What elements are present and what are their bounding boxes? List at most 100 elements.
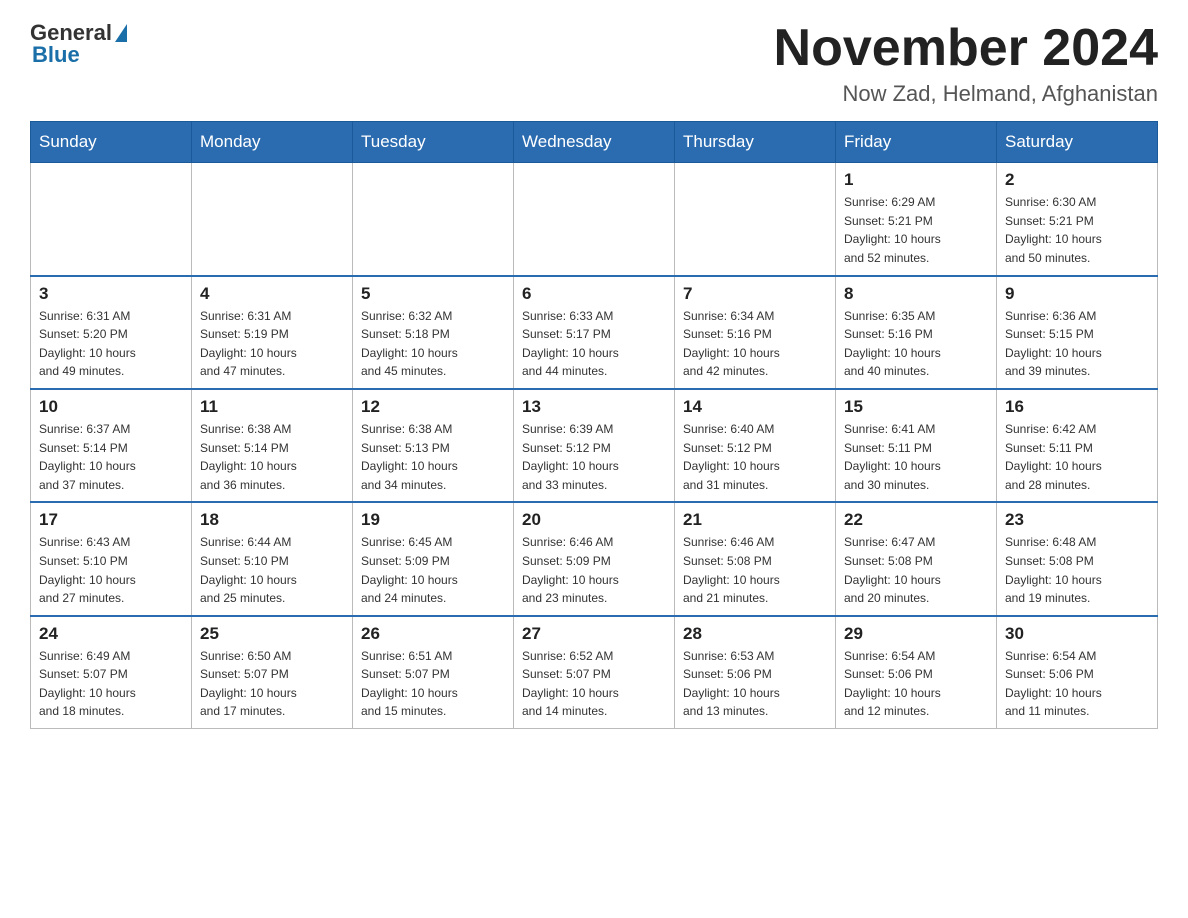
calendar-cell <box>31 163 192 276</box>
day-info: Sunrise: 6:52 AMSunset: 5:07 PMDaylight:… <box>522 647 666 721</box>
day-info: Sunrise: 6:30 AMSunset: 5:21 PMDaylight:… <box>1005 193 1149 267</box>
day-number: 15 <box>844 397 988 417</box>
day-number: 8 <box>844 284 988 304</box>
calendar-cell: 2 Sunrise: 6:30 AMSunset: 5:21 PMDaylight… <box>997 163 1158 276</box>
day-number: 21 <box>683 510 827 530</box>
day-info: Sunrise: 6:46 AMSunset: 5:08 PMDaylight:… <box>683 533 827 607</box>
day-number: 3 <box>39 284 183 304</box>
day-info: Sunrise: 6:47 AMSunset: 5:08 PMDaylight:… <box>844 533 988 607</box>
day-number: 29 <box>844 624 988 644</box>
day-number: 5 <box>361 284 505 304</box>
header-saturday: Saturday <box>997 122 1158 163</box>
calendar-cell: 18 Sunrise: 6:44 AMSunset: 5:10 PMDayligh… <box>192 502 353 615</box>
day-info: Sunrise: 6:38 AMSunset: 5:13 PMDaylight:… <box>361 420 505 494</box>
calendar-cell: 30Sunrise: 6:54 AMSunset: 5:06 PMDayligh… <box>997 616 1158 729</box>
day-info: Sunrise: 6:46 AMSunset: 5:09 PMDaylight:… <box>522 533 666 607</box>
day-info: Sunrise: 6:45 AMSunset: 5:09 PMDaylight:… <box>361 533 505 607</box>
day-info: Sunrise: 6:51 AMSunset: 5:07 PMDaylight:… <box>361 647 505 721</box>
calendar-cell <box>192 163 353 276</box>
day-number: 19 <box>361 510 505 530</box>
header-friday: Friday <box>836 122 997 163</box>
logo: General Blue <box>30 20 127 68</box>
calendar-cell: 25 Sunrise: 6:50 AMSunset: 5:07 PMDayligh… <box>192 616 353 729</box>
day-info: Sunrise: 6:54 AMSunset: 5:06 PMDaylight:… <box>844 647 988 721</box>
header-sunday: Sunday <box>31 122 192 163</box>
day-info: Sunrise: 6:36 AMSunset: 5:15 PMDaylight:… <box>1005 307 1149 381</box>
day-info: Sunrise: 6:49 AMSunset: 5:07 PMDaylight:… <box>39 647 183 721</box>
day-number: 6 <box>522 284 666 304</box>
calendar-cell: 28Sunrise: 6:53 AMSunset: 5:06 PMDayligh… <box>675 616 836 729</box>
day-info: Sunrise: 6:29 AMSunset: 5:21 PMDaylight:… <box>844 193 988 267</box>
location-subtitle: Now Zad, Helmand, Afghanistan <box>774 81 1158 107</box>
calendar-header-row: SundayMondayTuesdayWednesdayThursdayFrid… <box>31 122 1158 163</box>
logo-triangle-icon <box>115 24 127 42</box>
calendar-cell: 9 Sunrise: 6:36 AMSunset: 5:15 PMDaylight… <box>997 276 1158 389</box>
day-info: Sunrise: 6:31 AMSunset: 5:19 PMDaylight:… <box>200 307 344 381</box>
day-number: 10 <box>39 397 183 417</box>
calendar-week-row: 10 Sunrise: 6:37 AMSunset: 5:14 PMDayligh… <box>31 389 1158 502</box>
day-info: Sunrise: 6:38 AMSunset: 5:14 PMDaylight:… <box>200 420 344 494</box>
calendar-cell: 8 Sunrise: 6:35 AMSunset: 5:16 PMDaylight… <box>836 276 997 389</box>
day-number: 17 <box>39 510 183 530</box>
day-number: 14 <box>683 397 827 417</box>
day-number: 18 <box>200 510 344 530</box>
day-number: 27 <box>522 624 666 644</box>
header-monday: Monday <box>192 122 353 163</box>
day-number: 25 <box>200 624 344 644</box>
calendar-cell <box>353 163 514 276</box>
calendar-cell: 10 Sunrise: 6:37 AMSunset: 5:14 PMDayligh… <box>31 389 192 502</box>
calendar-cell: 7 Sunrise: 6:34 AMSunset: 5:16 PMDaylight… <box>675 276 836 389</box>
calendar-cell: 6 Sunrise: 6:33 AMSunset: 5:17 PMDaylight… <box>514 276 675 389</box>
day-number: 4 <box>200 284 344 304</box>
day-number: 9 <box>1005 284 1149 304</box>
day-info: Sunrise: 6:33 AMSunset: 5:17 PMDaylight:… <box>522 307 666 381</box>
calendar-week-row: 24 Sunrise: 6:49 AMSunset: 5:07 PMDayligh… <box>31 616 1158 729</box>
title-block: November 2024 Now Zad, Helmand, Afghanis… <box>774 20 1158 107</box>
logo-blue-text: Blue <box>30 42 80 68</box>
header-wednesday: Wednesday <box>514 122 675 163</box>
calendar-week-row: 3 Sunrise: 6:31 AMSunset: 5:20 PMDaylight… <box>31 276 1158 389</box>
calendar-cell: 22Sunrise: 6:47 AMSunset: 5:08 PMDayligh… <box>836 502 997 615</box>
day-info: Sunrise: 6:43 AMSunset: 5:10 PMDaylight:… <box>39 533 183 607</box>
day-number: 23 <box>1005 510 1149 530</box>
calendar-cell: 21 Sunrise: 6:46 AMSunset: 5:08 PMDayligh… <box>675 502 836 615</box>
day-number: 12 <box>361 397 505 417</box>
calendar-cell: 26 Sunrise: 6:51 AMSunset: 5:07 PMDayligh… <box>353 616 514 729</box>
day-number: 11 <box>200 397 344 417</box>
header-thursday: Thursday <box>675 122 836 163</box>
day-info: Sunrise: 6:31 AMSunset: 5:20 PMDaylight:… <box>39 307 183 381</box>
calendar-cell: 15 Sunrise: 6:41 AMSunset: 5:11 PMDayligh… <box>836 389 997 502</box>
day-number: 24 <box>39 624 183 644</box>
day-number: 30 <box>1005 624 1149 644</box>
calendar-cell: 4 Sunrise: 6:31 AMSunset: 5:19 PMDaylight… <box>192 276 353 389</box>
calendar-cell: 16 Sunrise: 6:42 AMSunset: 5:11 PMDayligh… <box>997 389 1158 502</box>
day-info: Sunrise: 6:42 AMSunset: 5:11 PMDaylight:… <box>1005 420 1149 494</box>
day-info: Sunrise: 6:37 AMSunset: 5:14 PMDaylight:… <box>39 420 183 494</box>
day-number: 26 <box>361 624 505 644</box>
page-header: General Blue November 2024 Now Zad, Helm… <box>30 20 1158 107</box>
header-tuesday: Tuesday <box>353 122 514 163</box>
day-info: Sunrise: 6:50 AMSunset: 5:07 PMDaylight:… <box>200 647 344 721</box>
day-number: 7 <box>683 284 827 304</box>
day-number: 28 <box>683 624 827 644</box>
day-info: Sunrise: 6:35 AMSunset: 5:16 PMDaylight:… <box>844 307 988 381</box>
calendar-cell: 20Sunrise: 6:46 AMSunset: 5:09 PMDayligh… <box>514 502 675 615</box>
calendar-cell: 29 Sunrise: 6:54 AMSunset: 5:06 PMDayligh… <box>836 616 997 729</box>
calendar-cell: 1 Sunrise: 6:29 AMSunset: 5:21 PMDaylight… <box>836 163 997 276</box>
day-number: 13 <box>522 397 666 417</box>
day-info: Sunrise: 6:34 AMSunset: 5:16 PMDaylight:… <box>683 307 827 381</box>
day-info: Sunrise: 6:41 AMSunset: 5:11 PMDaylight:… <box>844 420 988 494</box>
calendar-week-row: 1 Sunrise: 6:29 AMSunset: 5:21 PMDaylight… <box>31 163 1158 276</box>
day-number: 1 <box>844 170 988 190</box>
calendar-cell: 24 Sunrise: 6:49 AMSunset: 5:07 PMDayligh… <box>31 616 192 729</box>
day-number: 16 <box>1005 397 1149 417</box>
calendar-cell: 11 Sunrise: 6:38 AMSunset: 5:14 PMDayligh… <box>192 389 353 502</box>
calendar-cell <box>675 163 836 276</box>
calendar-cell: 5 Sunrise: 6:32 AMSunset: 5:18 PMDaylight… <box>353 276 514 389</box>
day-number: 2 <box>1005 170 1149 190</box>
day-info: Sunrise: 6:44 AMSunset: 5:10 PMDaylight:… <box>200 533 344 607</box>
calendar-cell: 27 Sunrise: 6:52 AMSunset: 5:07 PMDayligh… <box>514 616 675 729</box>
month-title: November 2024 <box>774 20 1158 77</box>
day-info: Sunrise: 6:32 AMSunset: 5:18 PMDaylight:… <box>361 307 505 381</box>
calendar-cell: 19 Sunrise: 6:45 AMSunset: 5:09 PMDayligh… <box>353 502 514 615</box>
